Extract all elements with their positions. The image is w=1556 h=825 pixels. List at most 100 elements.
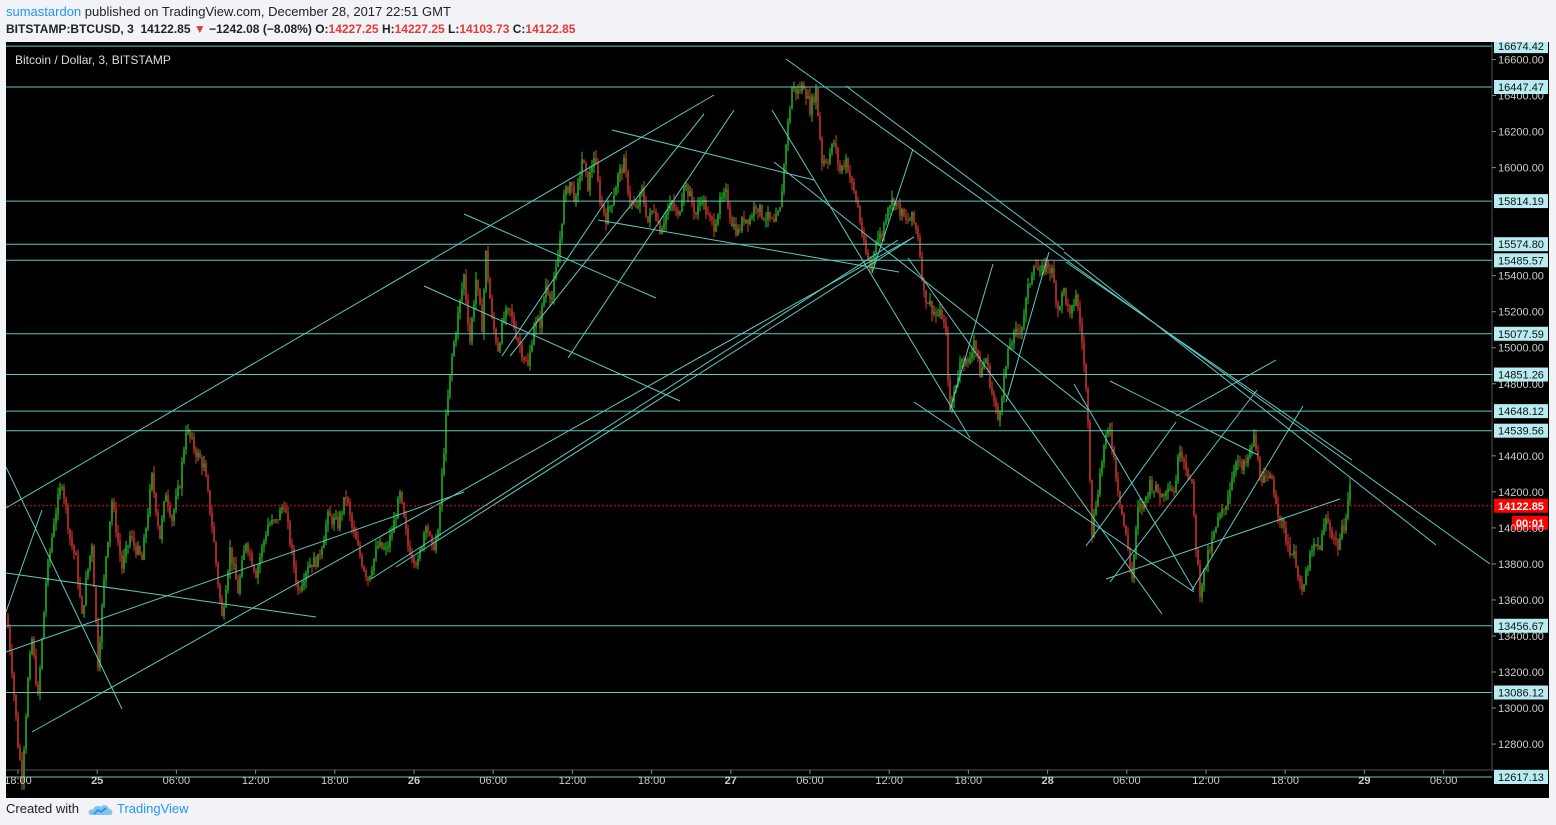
candle-body	[1341, 525, 1343, 539]
candle-body	[1053, 267, 1055, 283]
candle-body	[851, 177, 853, 183]
candle-body	[571, 181, 573, 187]
candle-body	[767, 211, 769, 220]
candle-body	[827, 162, 829, 164]
candle-body	[469, 323, 471, 342]
candle-body	[1163, 493, 1165, 496]
y-tick-label: 16000.00	[1498, 163, 1544, 175]
trendline	[5, 491, 465, 653]
candle-body	[651, 210, 653, 213]
candle-body	[475, 279, 477, 304]
tradingview-brand-link[interactable]: TradingView	[117, 801, 189, 816]
trendline	[845, 85, 1065, 251]
price-chart[interactable]: 14122.8500:01 16600.0016400.0016200.0016…	[4, 39, 1549, 798]
candle-body	[1229, 490, 1231, 498]
candle-body	[939, 309, 941, 316]
trendline	[5, 572, 317, 618]
candle-body	[723, 192, 725, 198]
candle-body	[645, 202, 647, 217]
candle-body	[79, 583, 81, 597]
candle-body	[523, 357, 525, 360]
candle-body	[583, 159, 585, 164]
candle-body	[449, 374, 451, 397]
candle-body	[1267, 477, 1269, 479]
candle-body	[359, 544, 361, 556]
trendline	[611, 129, 815, 181]
candle-body	[383, 548, 385, 550]
publisher-link[interactable]: sumastardon	[6, 4, 81, 19]
candle-body	[727, 189, 729, 208]
candle-body	[543, 297, 545, 306]
candle-body	[847, 158, 849, 173]
candle-body	[509, 308, 511, 310]
candle-body	[389, 534, 391, 547]
candle-body	[729, 207, 731, 218]
candle-body	[1177, 456, 1179, 481]
candle-body	[855, 191, 857, 202]
candle-body	[917, 228, 919, 238]
candle-body	[995, 400, 997, 408]
candle-body	[1097, 494, 1099, 507]
candle-body	[1297, 566, 1299, 578]
candle-body	[711, 216, 713, 220]
candle-body	[1069, 305, 1071, 314]
candle-body	[481, 304, 483, 333]
candle-body	[461, 288, 463, 300]
candle-body	[1289, 544, 1291, 556]
candle-body	[701, 202, 703, 204]
candle-body	[717, 214, 719, 224]
candle-body	[457, 312, 459, 334]
candle-body	[1317, 545, 1319, 547]
candle-body	[345, 496, 347, 498]
candle-body	[177, 486, 179, 496]
candle-body	[663, 223, 665, 228]
candle-body	[471, 318, 473, 342]
chart-area[interactable]: 14122.85 00:01 16600.00 16400.00 16200.00 16…	[4, 39, 1549, 798]
candle-body	[755, 206, 757, 209]
candle-body	[1169, 488, 1171, 490]
candle-body	[85, 577, 87, 606]
candle-body	[531, 344, 533, 352]
candle-body	[1249, 448, 1251, 458]
candle-body	[451, 355, 453, 375]
candle-body	[653, 210, 655, 212]
candle-body	[127, 545, 129, 547]
candle-body	[1041, 265, 1043, 271]
candle-body	[947, 332, 949, 380]
symbol-label[interactable]: BITSTAMP:BTCUSD, 3	[6, 22, 134, 36]
change-text: −1242.08 (−8.08%)	[209, 22, 312, 36]
candle-body	[991, 387, 993, 394]
trendline	[771, 109, 971, 439]
candle-body	[511, 309, 513, 317]
candle-body	[985, 359, 987, 364]
candle-body	[493, 317, 495, 330]
candle-body	[899, 203, 901, 216]
candle-body	[247, 543, 249, 553]
horizontal-levels-layer	[6, 45, 1492, 778]
candle-body	[881, 233, 883, 238]
x-tick-label: 18:00	[321, 775, 349, 787]
candle-body	[817, 88, 819, 116]
candle-body	[321, 547, 323, 556]
candle-body	[759, 204, 761, 213]
candle-body	[243, 550, 245, 561]
candle-body	[1329, 522, 1331, 531]
candle-body	[213, 526, 215, 543]
open-label: O:	[315, 22, 329, 36]
trendline	[509, 113, 705, 357]
candle-body	[589, 172, 591, 191]
candle-body	[839, 163, 841, 172]
candle-body	[1095, 506, 1097, 515]
candle-body	[735, 223, 737, 235]
candle-body	[291, 543, 293, 548]
high-label: H:	[381, 22, 395, 36]
candle-body	[1287, 541, 1289, 545]
trendline	[1005, 251, 1050, 403]
tradingview-cloud-icon[interactable]	[88, 800, 114, 820]
candle-body	[129, 536, 131, 546]
trendline	[949, 263, 994, 411]
candle-body	[1247, 457, 1249, 463]
candle-body	[1263, 475, 1265, 483]
candle-body	[907, 219, 909, 221]
candle-body	[105, 556, 107, 580]
